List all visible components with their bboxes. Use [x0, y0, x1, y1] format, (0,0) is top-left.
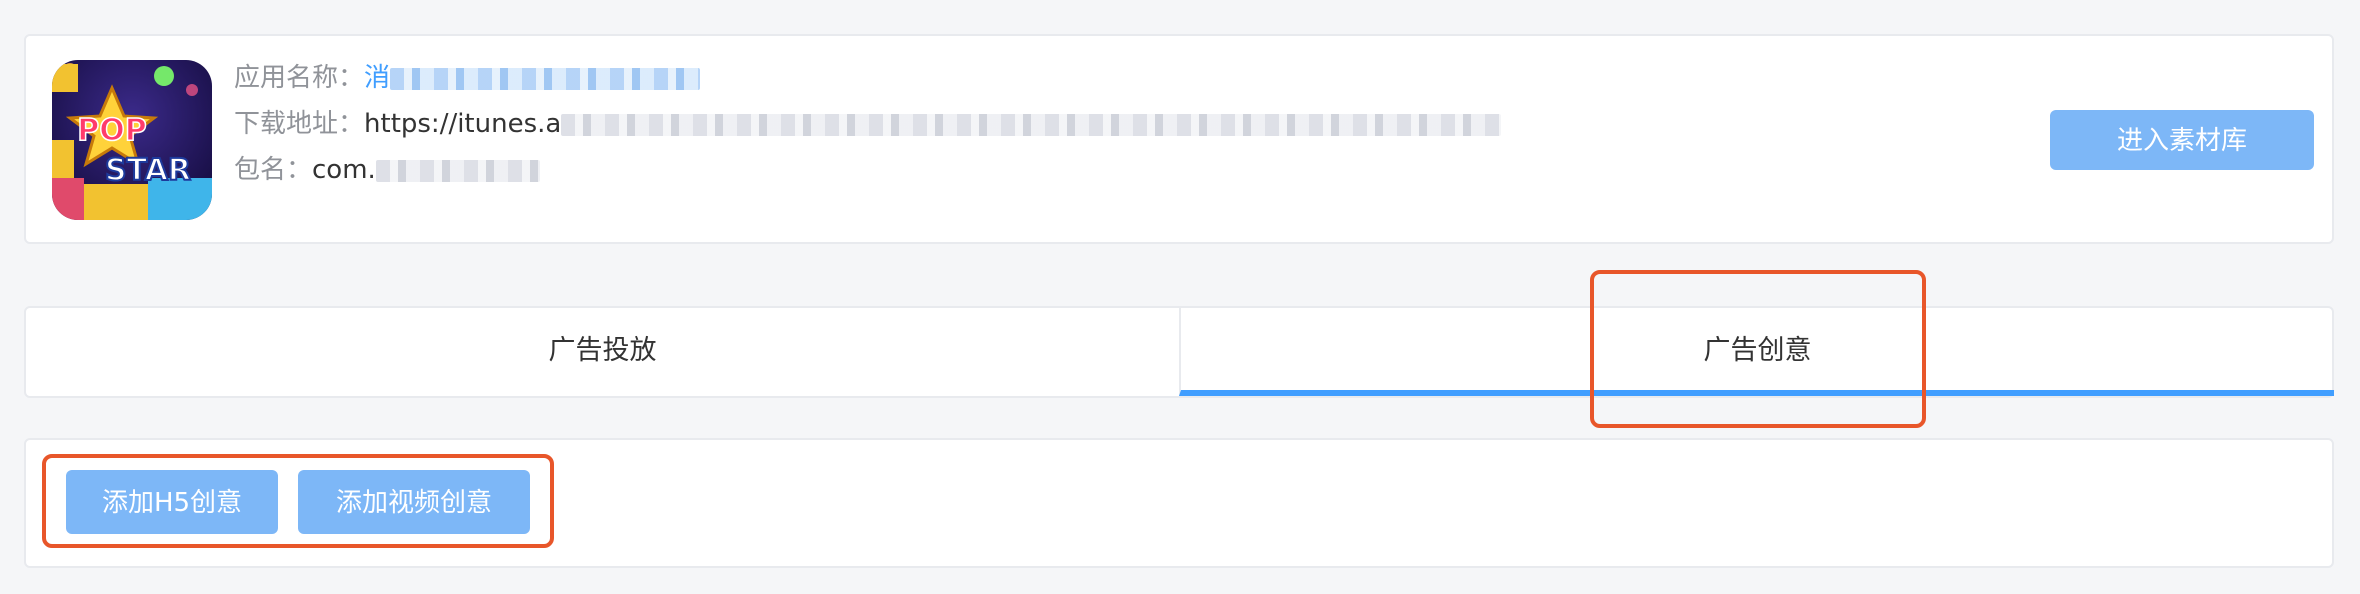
annotation-highlight-add-buttons [42, 454, 554, 548]
package-value: com. [312, 155, 376, 185]
redacted-package [375, 159, 540, 182]
download-url-value: https://itunes.a [364, 109, 562, 139]
download-url-label: 下载地址： [234, 109, 365, 139]
app-info-card: POP STAR 应用名称：消 下载地址：https://itunes.a 包名… [24, 34, 2334, 244]
annotation-highlight-creative-tab [1590, 270, 1926, 428]
package-row: 包名：com. [234, 152, 540, 188]
tab-bar: 广告投放 广告创意 [24, 306, 2334, 398]
app-name-label: 应用名称： [234, 63, 365, 93]
svg-text:POP: POP [77, 113, 146, 148]
app-icon: POP STAR [52, 60, 212, 220]
app-name-value[interactable]: 消 [364, 63, 390, 93]
redacted-download-url [561, 113, 1502, 136]
svg-text:STAR: STAR [105, 153, 191, 188]
tab-ad-delivery[interactable]: 广告投放 [26, 308, 1179, 396]
redacted-app-name [390, 67, 701, 90]
download-url-row: 下载地址：https://itunes.a [234, 106, 1502, 142]
package-label: 包名： [234, 155, 313, 185]
app-name-row: 应用名称：消 [234, 60, 701, 96]
enter-material-library-button[interactable]: 进入素材库 [2050, 110, 2314, 170]
